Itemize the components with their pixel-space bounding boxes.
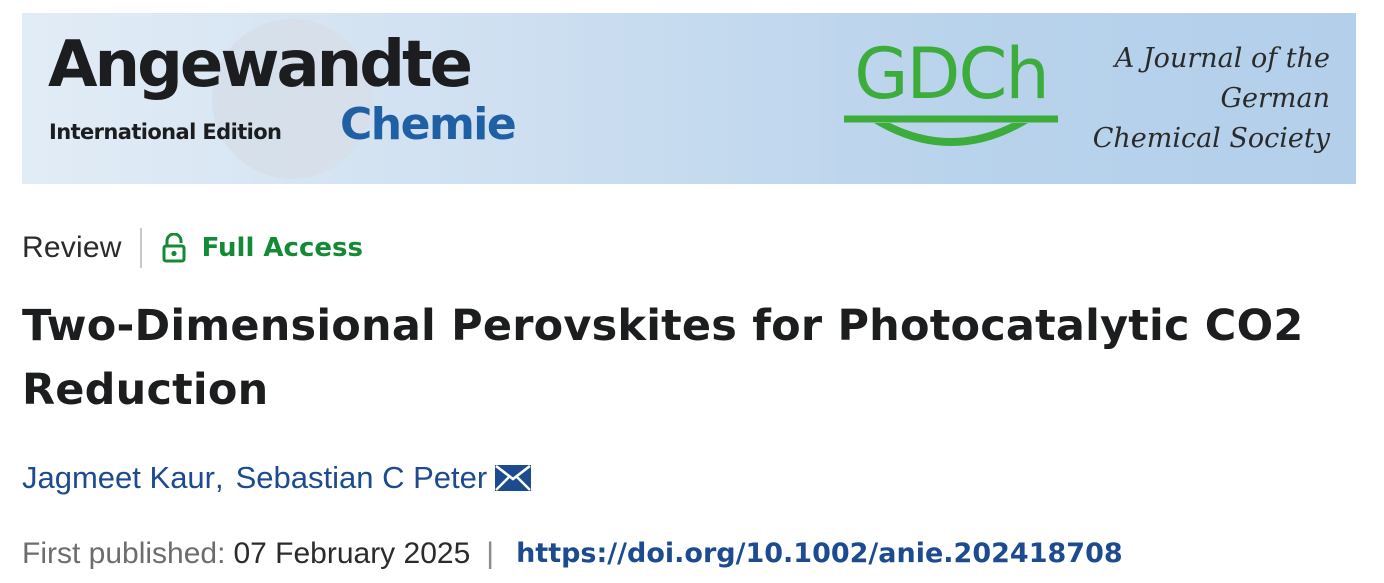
society-tagline-line: Chemical Society — [1092, 123, 1330, 154]
author-separator: , — [215, 460, 224, 495]
doi-link[interactable]: https://doi.org/10.1002/anie.202418708 — [516, 532, 1123, 576]
gdch-logo-text: GDCh — [854, 33, 1049, 115]
access-label: Full Access — [201, 233, 363, 263]
author-link[interactable]: Jagmeet Kaur — [22, 456, 215, 500]
first-published-label: First published: — [22, 537, 226, 570]
article-title: Two-Dimensional Perovskites for Photocat… — [22, 301, 1304, 415]
journal-logo-title: Angewandte — [48, 28, 473, 102]
society-tagline: A Journal of the German Chemical Society — [1093, 39, 1330, 159]
article-type-label: Review — [22, 231, 122, 264]
meta-divider — [139, 228, 142, 268]
journal-banner[interactable]: Angewandte International Edition Chemie … — [22, 13, 1356, 184]
article-meta: Review Full Access — [22, 226, 363, 270]
author-list: Jagmeet Kaur , Sebastian C Peter — [22, 456, 532, 500]
publication-separator: | — [486, 537, 495, 570]
author-link[interactable]: Sebastian C Peter — [236, 456, 488, 500]
gdch-logo: GDCh — [840, 39, 1062, 159]
journal-logo-edition: International Edition — [49, 120, 282, 144]
first-published-date: 07 February 2025 — [233, 537, 471, 570]
society-tagline-line: German — [1220, 83, 1330, 114]
journal-logo-chemie: Chemie — [340, 99, 517, 150]
envelope-icon[interactable] — [495, 465, 532, 491]
access-badge: Full Access — [162, 233, 363, 263]
publication-info: First published: 07 February 2025 | http… — [22, 532, 1123, 576]
gdch-bowl-icon — [844, 115, 1058, 146]
society-tagline-line: A Journal of the — [1114, 43, 1330, 74]
lock-open-icon — [162, 233, 186, 263]
